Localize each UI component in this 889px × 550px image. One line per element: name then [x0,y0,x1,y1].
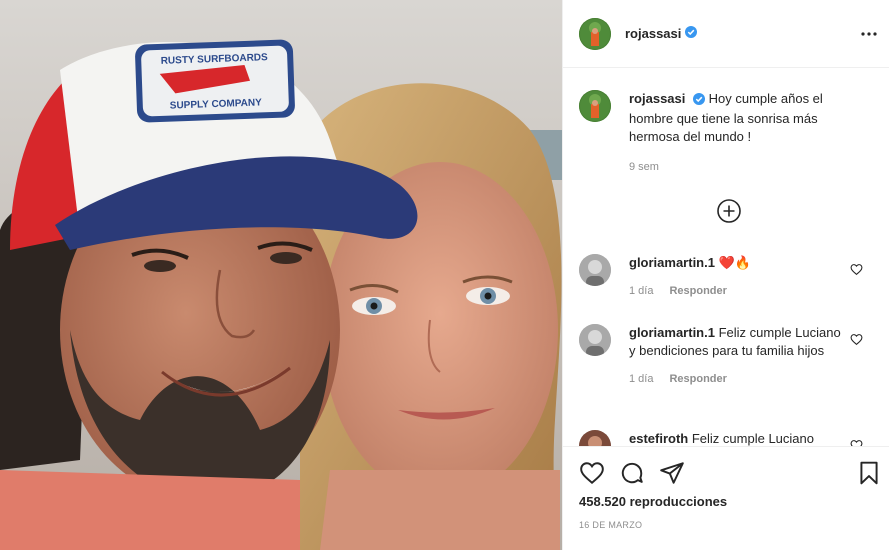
post-actions: 458.520 reproducciones 16 DE MARZO [563,446,889,550]
comment-item: gloriamartin.1 ❤️🔥 1 día Responder [579,254,879,300]
comment-username[interactable]: gloriamartin.1 [629,255,715,270]
caption-username[interactable]: rojassasi [629,91,685,106]
comment-text: Feliz cumple Luciano [691,431,814,446]
reply-button[interactable]: Responder [669,370,726,388]
views-count[interactable]: 458.520 reproducciones [579,494,727,509]
load-more-comments-icon[interactable] [716,198,742,224]
reply-button[interactable]: Responder [669,282,726,300]
avatar[interactable] [579,17,611,50]
comment-username[interactable]: gloriamartin.1 [629,325,715,340]
post-side-panel: rojassasi rojassasi Hoy cumple años el h… [562,0,889,550]
header-username[interactable]: rojassasi [625,26,681,41]
instagram-post: RUSTY SURFBOARDS SUPPLY COMPANY rojassas… [0,0,889,550]
comment-item: gloriamartin.1 Feliz cumple Luciano y be… [579,324,879,388]
comment-text: ❤️🔥 [718,255,751,270]
comment-username[interactable]: estefiroth [629,431,688,446]
caption-time[interactable]: 9 sem [629,158,869,176]
verified-badge-icon [693,92,705,110]
comment-bubble-icon[interactable] [619,460,645,486]
comment-time[interactable]: 1 día [629,370,653,388]
more-horizontal-icon[interactable] [858,24,880,44]
like-heart-icon[interactable] [579,460,605,486]
like-comment-heart-icon[interactable] [850,333,863,346]
comments-list[interactable]: gloriamartin.1 ❤️🔥 1 día Responder glori… [563,240,889,446]
comment-item: estefiroth Feliz cumple Luciano [579,430,879,446]
post-photo: RUSTY SURFBOARDS SUPPLY COMPANY [0,0,562,550]
post-date[interactable]: 16 DE MARZO [579,520,642,530]
post-media[interactable]: RUSTY SURFBOARDS SUPPLY COMPANY [0,0,562,550]
like-comment-heart-icon[interactable] [850,263,863,276]
post-caption: rojassasi Hoy cumple años el hombre que … [579,90,879,176]
avatar[interactable] [579,430,611,446]
comment-time[interactable]: 1 día [629,282,653,300]
caption-avatar[interactable] [579,90,611,122]
post-header: rojassasi [563,0,889,68]
verified-badge-icon [685,26,698,41]
share-paper-plane-icon[interactable] [659,460,685,486]
avatar[interactable] [579,254,611,286]
like-comment-heart-icon[interactable] [850,439,863,446]
avatar[interactable] [579,324,611,356]
save-bookmark-icon[interactable] [856,460,882,486]
cap-patch: RUSTY SURFBOARDS SUPPLY COMPANY [135,39,295,123]
